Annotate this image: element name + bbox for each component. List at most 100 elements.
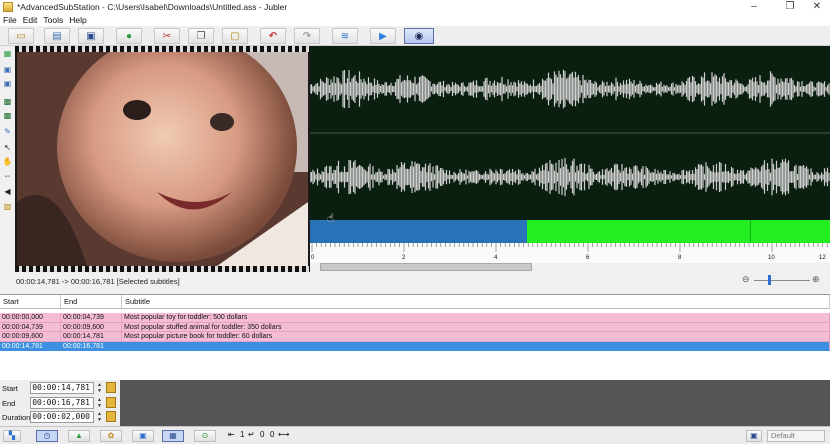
video-icon[interactable]: ▣ [2,64,13,75]
copy-button[interactable]: ❐ [188,28,214,44]
end-spinner[interactable]: ▲ ▼ [96,397,103,409]
table-header: Start End Subtitle [0,295,830,309]
arrows-icon: ⟷ [278,430,290,439]
cut-button[interactable]: ✂ [154,28,180,44]
menu-bar: File Edit Tools Help [0,14,830,26]
column-end[interactable]: End [61,295,122,308]
zoom-slider-thumb[interactable] [768,275,771,285]
copy-icon: ❐ [196,30,206,42]
open-file-icon: ▤ [52,30,62,42]
minimize-button[interactable]: – [740,0,768,14]
redo-button[interactable]: ↷ [294,28,320,44]
row-subtitle: Most popular toy for toddler: 500 dollar… [122,313,830,322]
table-row[interactable]: 00:00:00,000 00:00:04,739 Most popular t… [0,313,830,323]
menu-tools[interactable]: Tools [43,15,63,25]
spectrum-icon[interactable]: ▩ [2,110,13,121]
clock-icon[interactable]: ◷ [36,430,58,442]
zoom-out-icon[interactable]: ⊖ [742,274,750,285]
extra-counter: 0 [270,430,275,439]
duration-input[interactable]: 00:00:02,000 [30,411,94,423]
video-preview[interactable] [15,46,310,272]
end-time-input[interactable]: 00:00:16,781 [30,397,94,409]
waveform-channel-left[interactable] [310,46,830,132]
open-file-button[interactable]: ▤ [44,28,70,44]
play-icon: ▶ [379,30,387,42]
menu-file[interactable]: File [3,15,17,25]
start-spinner[interactable]: ▲ ▼ [96,382,103,394]
row-end: 00:00:14,781 [61,332,122,341]
save-button[interactable]: ▣ [78,28,104,44]
cut-icon: ✂ [162,30,172,42]
waveform-channel-right[interactable] [310,134,830,220]
undo-button[interactable]: ↶ [260,28,286,44]
newline-icon: ↵ [248,430,255,439]
line-counter: 1 [240,430,245,439]
table-row[interactable]: 00:00:09,600 00:00:14,781 Most popular p… [0,332,830,342]
new-file-button[interactable]: ▭ [8,28,34,44]
sort-button[interactable]: ≋ [332,28,358,44]
spin-down-icon[interactable]: ▼ [96,403,103,409]
main-toolbar: ▭ ▤ ▣ ● ✂ ❐ ▢ ↶ ↷ ≋ ▶ ◉ [0,26,830,46]
redo-icon: ↷ [302,30,312,42]
ruler-label-0: 0 [311,255,315,261]
audio-icon[interactable]: ▣ [2,78,13,89]
table-row-selected[interactable]: 00:00:14,781 00:00:16,781 [0,341,830,351]
mouse-cursor-icon: ☝ [327,211,335,225]
ruler-ticks [311,243,828,252]
subtitle-editor: Start 00:00:14,781 ▲ ▼ End 00:00:16,781 ▲… [0,380,830,426]
subtitle-timeline-bar[interactable] [310,220,830,243]
waveform-right-graphic [310,157,830,197]
column-start[interactable]: Start [0,295,61,308]
spin-down-icon[interactable]: ▼ [96,388,103,394]
row-start: 00:00:00,000 [0,313,61,322]
hand-icon[interactable]: ✋ [2,156,13,167]
table-row[interactable]: 00:00:04,739 00:00:09,600 Most popular s… [0,322,830,332]
undo-icon: ↶ [268,30,278,42]
maximize-button[interactable]: ❐ [776,0,804,14]
grid-icon[interactable]: ▦ [162,430,184,442]
duration-lock-icon[interactable] [106,411,116,422]
link-icon[interactable]: ⊙ [194,430,216,442]
play-button[interactable]: ▶ [370,28,396,44]
preview-toggle-button[interactable]: ◉ [404,28,434,44]
frame-icon[interactable]: ▦ [2,48,13,59]
style-dropdown[interactable]: Default [767,430,825,442]
duration-label: Duration [2,413,31,422]
spin-down-icon[interactable]: ▼ [96,417,103,423]
selected-subtitle-block[interactable] [310,220,527,243]
close-button[interactable]: ✕ [803,0,830,14]
row-end: 00:00:04,739 [61,313,122,322]
subtitle-boundary [750,220,751,243]
chart-icon[interactable]: ▲ [68,430,90,442]
info-button[interactable]: ● [116,28,142,44]
style-icon[interactable]: ▚ [3,430,21,442]
menu-edit[interactable]: Edit [23,15,38,25]
ruler-label-12: 12 [819,255,826,261]
duration-spinner[interactable]: ▲ ▼ [96,411,103,423]
waveform-icon[interactable]: ▩ [2,96,13,107]
start-label: Start [2,384,18,393]
left-tool-strip: ▦ ▣ ▣ ▩ ▩ ✎ ↖ ✋ ⇔ ◀ ▧ [0,46,15,216]
menu-help[interactable]: Help [69,15,86,25]
preview-eye-icon: ◉ [414,30,424,42]
wrench-icon[interactable]: ✎ [2,126,13,137]
ruler-label-10: 10 [768,255,775,261]
timeline-scrollbar[interactable] [320,263,532,271]
save-style-icon[interactable]: ▣ [746,430,762,442]
cursor-icon[interactable]: ↖ [2,142,13,153]
subtitle-icon[interactable]: ▣ [132,430,154,442]
timeline-ruler[interactable]: 0 2 4 6 8 10 12 [310,243,830,263]
row-start: 00:00:14,781 [0,341,61,350]
palette-icon[interactable]: ✿ [100,430,122,442]
start-time-input[interactable]: 00:00:14,781 [30,382,94,394]
image-icon[interactable]: ▧ [2,201,13,212]
subtitle-text-area[interactable] [120,380,830,426]
resize-icon[interactable]: ⇔ [2,170,13,181]
zoom-in-icon[interactable]: ⊕ [812,274,820,285]
end-lock-icon[interactable] [106,397,116,408]
zoom-slider-track[interactable] [754,280,810,281]
volume-icon[interactable]: ◀ [2,186,13,197]
column-subtitle[interactable]: Subtitle [122,295,830,308]
start-lock-icon[interactable] [106,382,116,393]
paste-button[interactable]: ▢ [222,28,248,44]
